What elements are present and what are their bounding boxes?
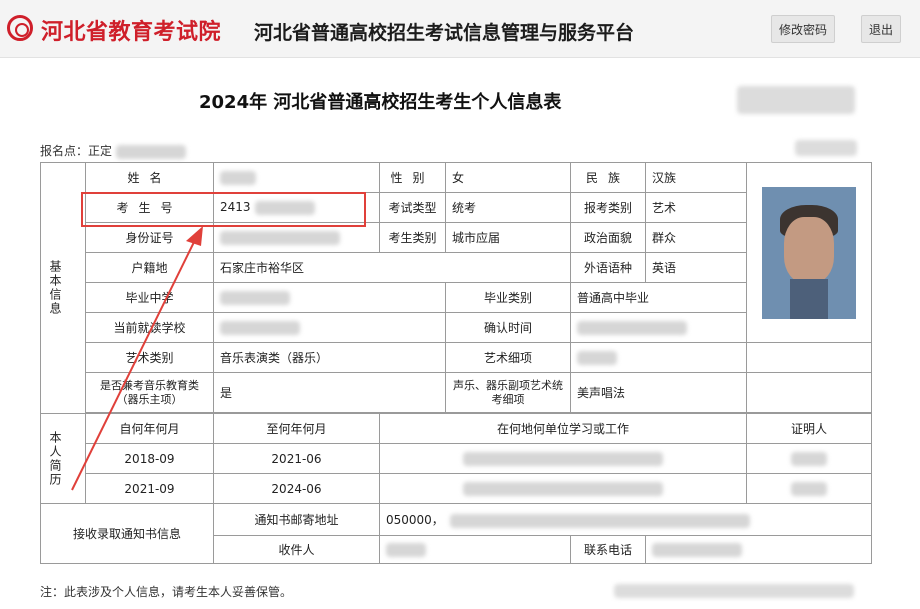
address-value: 050000， xyxy=(379,503,872,536)
graduation-school-value xyxy=(213,282,446,313)
student-info-table: 基本信息 姓名 性别 女 民族 汉族 考生号 2413 考试类型 统考 报考类别… xyxy=(40,162,872,564)
art-subitem-value xyxy=(570,342,747,373)
table-row: 2018-09 2021-06 xyxy=(41,443,872,474)
photo-cell xyxy=(746,162,872,343)
resume-section-label: 本人简历 xyxy=(40,413,86,504)
exam-type-label: 考试类型 xyxy=(379,192,446,223)
change-password-button[interactable]: 修改密码 xyxy=(771,15,835,43)
graduation-type-label: 毕业类别 xyxy=(445,282,571,313)
table-row: 本人简历 自何年何月 至何年何月 在何地何单位学习或工作 证明人 xyxy=(40,413,872,504)
apply-category-label: 报考类别 xyxy=(570,192,646,223)
gender-value: 女 xyxy=(445,162,571,193)
art-category-label: 艺术类别 xyxy=(85,342,214,373)
resume-row-2-from: 2021-09 xyxy=(85,473,214,504)
name-value xyxy=(213,162,380,193)
current-school-label: 当前就读学校 xyxy=(85,312,214,343)
top-header: 河北省教育考试院 河北省普通高校招生考试信息管理与服务平台 修改密码 退出 xyxy=(0,0,920,58)
name-label: 姓名 xyxy=(85,162,214,193)
resume-row-2-where xyxy=(379,473,747,504)
resume-col-to: 至何年何月 xyxy=(213,413,380,444)
hukou-value: 石家庄市裕华区 xyxy=(213,252,571,283)
table-row: 2021-09 2024-06 xyxy=(41,473,872,504)
resume-row-1-to: 2021-06 xyxy=(213,443,380,474)
graduation-school-label: 毕业中学 xyxy=(85,282,214,313)
vocal-instrument-label: 声乐、器乐副项艺术统考细项 xyxy=(445,372,571,413)
id-number-label: 身份证号 xyxy=(85,222,214,253)
redacted-footer-text xyxy=(614,584,854,598)
resume-col-witness: 证明人 xyxy=(746,413,872,444)
student-category-label: 考生类别 xyxy=(379,222,446,253)
registration-value: 正定 xyxy=(88,144,113,158)
phone-value xyxy=(645,535,872,564)
resume-row-1-from: 2018-09 xyxy=(85,443,214,474)
exam-type-value: 统考 xyxy=(445,192,571,223)
redacted-serial xyxy=(795,140,857,156)
political-status-label: 政治面貌 xyxy=(570,222,646,253)
student-photo xyxy=(762,186,856,319)
current-school-value xyxy=(213,312,446,343)
basic-info-section-label: 基本信息 xyxy=(40,162,86,414)
recipient-label: 收件人 xyxy=(213,535,380,564)
photo-empty-cell-2 xyxy=(746,372,872,413)
document-title: 2024年 河北省普通高校招生考生个人信息表 xyxy=(199,92,562,113)
student-category-value: 城市应届 xyxy=(445,222,571,253)
resume-row-1-witness xyxy=(746,443,872,474)
ethnicity-label: 民族 xyxy=(570,162,646,193)
graduation-type-value: 普通高中毕业 xyxy=(570,282,747,313)
exam-number-value: 2413 xyxy=(213,192,380,223)
confirm-time-label: 确认时间 xyxy=(445,312,571,343)
notice-section-label: 接收录取通知书信息 xyxy=(40,503,214,564)
resume-col-from: 自何年何月 xyxy=(85,413,214,444)
political-status-value: 群众 xyxy=(645,222,747,253)
ethnicity-value: 汉族 xyxy=(645,162,747,193)
music-education-value: 是 xyxy=(213,372,446,413)
registration-point: 报名点：正定 xyxy=(40,142,186,159)
table-row: 是否兼考音乐教育类（器乐主项） 是 声乐、器乐副项艺术统考细项 美声唱法 xyxy=(41,372,872,413)
table-row: 艺术类别 音乐表演类（器乐） 艺术细项 xyxy=(41,342,872,373)
logout-button[interactable]: 退出 xyxy=(861,15,901,43)
redacted-registration-detail xyxy=(115,144,186,159)
recipient-value xyxy=(379,535,571,564)
resume-row-2-witness xyxy=(746,473,872,504)
foreign-language-value: 英语 xyxy=(645,252,747,283)
confirm-time-value xyxy=(570,312,747,343)
exam-number-label: 考生号 xyxy=(85,192,214,223)
vocal-instrument-value: 美声唱法 xyxy=(570,372,747,413)
foreign-language-label: 外语语种 xyxy=(570,252,646,283)
art-category-value: 音乐表演类（器乐） xyxy=(213,342,446,373)
redacted-barcode xyxy=(737,86,855,114)
art-subitem-label: 艺术细项 xyxy=(445,342,571,373)
id-number-value xyxy=(213,222,380,253)
table-row: 接收录取通知书信息 通知书邮寄地址 050000， xyxy=(40,503,872,564)
registration-label: 报名点： xyxy=(40,144,89,158)
hukou-label: 户籍地 xyxy=(85,252,214,283)
privacy-footnote: 注：此表涉及个人信息，请考生本人妥善保管。 xyxy=(40,585,293,599)
photo-empty-cell xyxy=(746,342,872,373)
resume-row-2-to: 2024-06 xyxy=(213,473,380,504)
music-education-label: 是否兼考音乐教育类（器乐主项） xyxy=(85,372,214,413)
resume-col-where: 在何地何单位学习或工作 xyxy=(379,413,747,444)
exam-authority-logo-icon xyxy=(7,15,33,41)
address-label: 通知书邮寄地址 xyxy=(213,503,380,536)
resume-row-1-where xyxy=(379,443,747,474)
table-row: 基本信息 姓名 性别 女 民族 汉族 xyxy=(40,162,872,414)
platform-title: 河北省普通高校招生考试信息管理与服务平台 xyxy=(254,22,635,44)
brand-name: 河北省教育考试院 xyxy=(41,20,222,45)
gender-label: 性别 xyxy=(379,162,446,193)
phone-label: 联系电话 xyxy=(570,535,646,564)
apply-category-value: 艺术 xyxy=(645,192,747,223)
